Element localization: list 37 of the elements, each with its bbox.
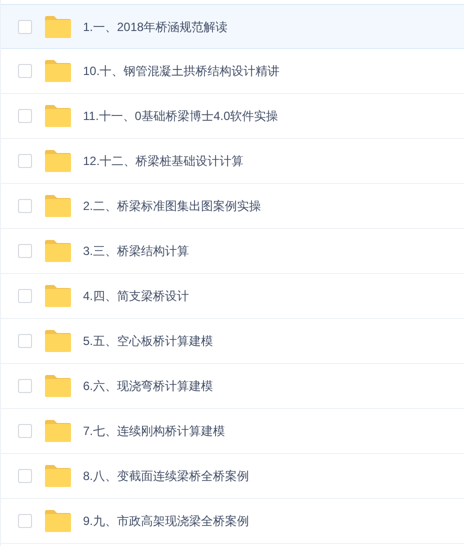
folder-icon: [45, 195, 71, 217]
folder-name: 9.九、市政高架现浇梁全桥案例: [83, 513, 250, 530]
checkbox[interactable]: [18, 289, 32, 303]
folder-icon: [45, 16, 71, 38]
folder-name: 8.八、变截面连续梁桥全桥案例: [83, 468, 250, 485]
folder-icon: [45, 510, 71, 532]
checkbox[interactable]: [18, 154, 32, 168]
folder-icon: [45, 60, 71, 82]
checkbox[interactable]: [18, 514, 32, 528]
folder-name: 1.一、2018年桥涵规范解读: [83, 18, 228, 36]
folder-name: 10.十、钢管混凝土拱桥结构设计精讲: [83, 63, 280, 80]
checkbox[interactable]: [18, 379, 32, 393]
folder-icon: [45, 375, 71, 397]
folder-icon: [45, 150, 71, 172]
folder-name: 4.四、简支梁桥设计: [83, 288, 190, 305]
folder-icon: [45, 465, 71, 487]
checkbox[interactable]: [18, 469, 32, 483]
checkbox[interactable]: [18, 20, 32, 34]
checkbox[interactable]: [18, 199, 32, 213]
checkbox[interactable]: [18, 64, 32, 78]
checkbox[interactable]: [18, 244, 32, 258]
folder-name: 2.二、桥梁标准图集出图案例实操: [83, 198, 262, 215]
checkbox[interactable]: [18, 334, 32, 348]
folder-icon: [45, 105, 71, 127]
folder-name: 6.六、现浇弯桥计算建模: [83, 378, 214, 395]
checkbox[interactable]: [18, 109, 32, 123]
folder-name: 12.十二、桥梁桩基础设计计算: [83, 153, 244, 170]
folder-name: 3.三、桥梁结构计算: [83, 243, 190, 260]
folder-icon: [45, 285, 71, 307]
file-row[interactable]: 1.一、2018年桥涵规范解读: [1, 4, 464, 49]
folder-name: 5.五、空心板桥计算建模: [83, 333, 214, 350]
folder-icon: [45, 330, 71, 352]
folder-icon: [45, 420, 71, 442]
folder-name: 11.十一、0基础桥梁博士4.0软件实操: [83, 108, 278, 125]
checkbox[interactable]: [18, 424, 32, 438]
folder-name: 7.七、连续刚构桥计算建模: [83, 423, 226, 440]
folder-icon: [45, 240, 71, 262]
